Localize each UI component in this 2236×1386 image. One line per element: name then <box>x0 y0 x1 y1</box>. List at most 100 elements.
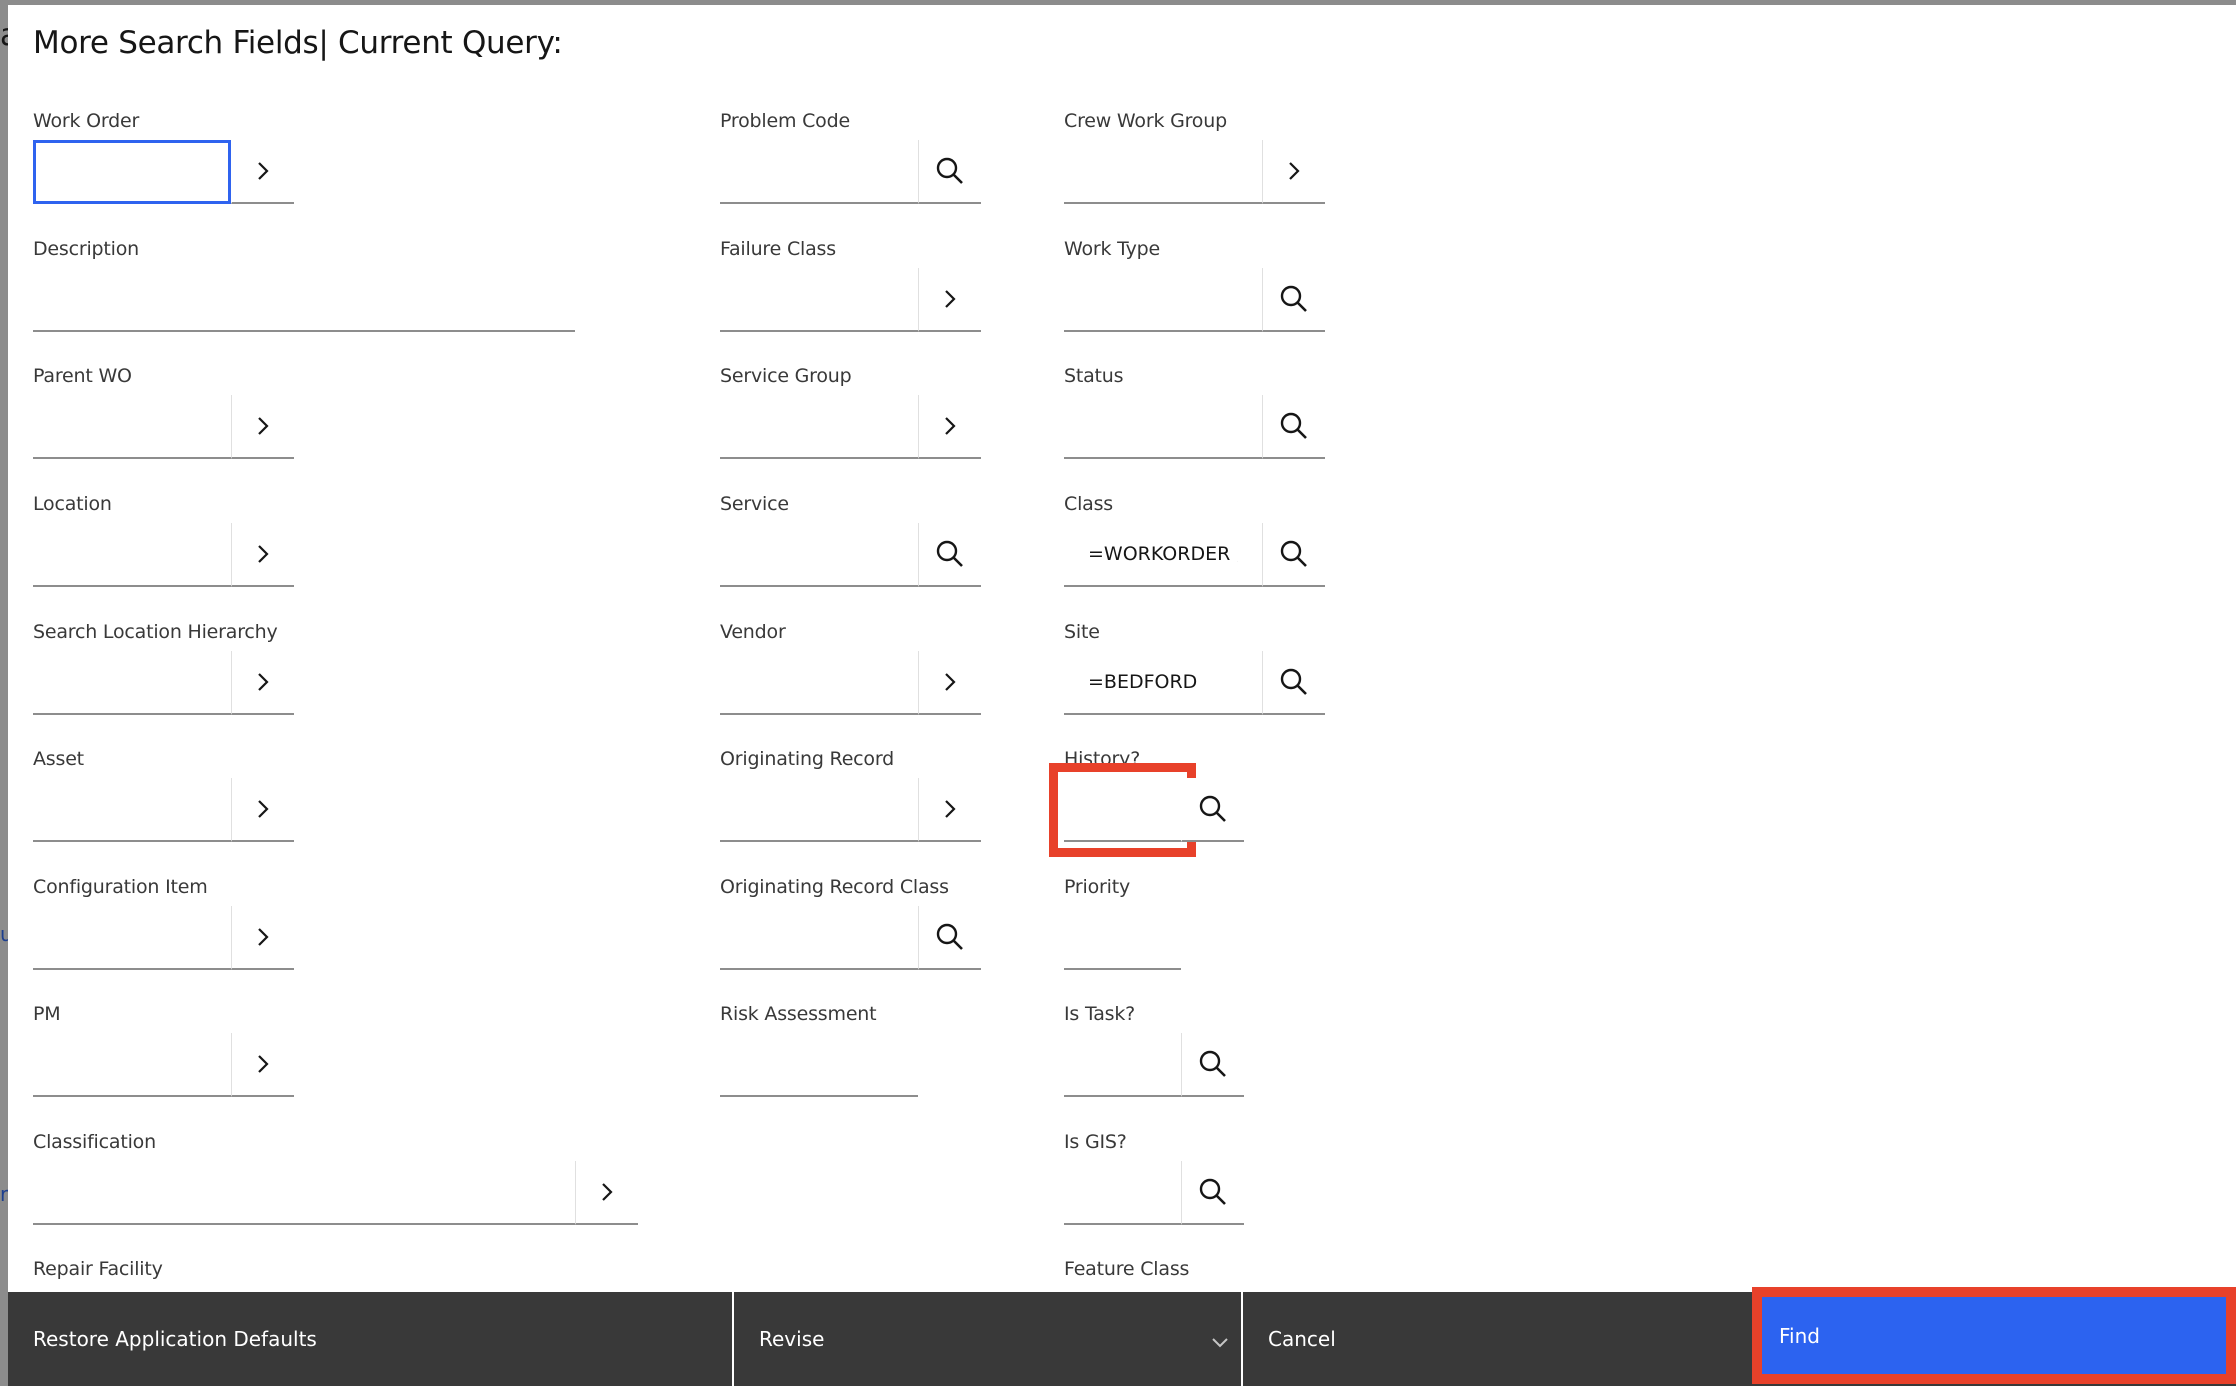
crew-work-group-detail-button[interactable] <box>1262 140 1325 204</box>
field-label: Risk Assessment <box>720 1003 877 1025</box>
search-location-hierarchy-detail-button[interactable] <box>231 651 294 715</box>
field-label: Vendor <box>720 621 786 643</box>
chevron-right-icon <box>256 926 270 948</box>
field-label: Description <box>33 238 140 260</box>
more-search-fields-dialog: More Search Fields| Current Query: Work … <box>8 5 2236 1386</box>
chevron-right-icon <box>943 288 957 310</box>
pm-detail-button[interactable] <box>231 1033 294 1097</box>
originating-record-class-input[interactable] <box>720 906 918 970</box>
failure-class-input[interactable] <box>720 268 918 332</box>
field-label: Originating Record Class <box>720 876 949 898</box>
field-label: Feature Class <box>1064 1258 1190 1280</box>
find-button-highlight: Find <box>1752 1287 2236 1384</box>
priority-input[interactable] <box>1064 906 1181 970</box>
location-input[interactable] <box>33 523 231 587</box>
field-label: Repair Facility <box>33 1258 163 1280</box>
field-label: Is Task? <box>1064 1003 1136 1025</box>
history-input[interactable] <box>1049 763 1196 857</box>
originating-record-detail-button[interactable] <box>918 778 981 842</box>
field-label: Is GIS? <box>1064 1131 1127 1153</box>
classification-input[interactable] <box>33 1161 575 1225</box>
chevron-right-icon <box>256 798 270 820</box>
field-label: Service Group <box>720 365 852 387</box>
classification-detail-button[interactable] <box>575 1161 638 1225</box>
chevron-right-icon <box>943 798 957 820</box>
field-label: Crew Work Group <box>1064 110 1227 132</box>
cancel-button[interactable]: Cancel <box>1243 1292 1752 1386</box>
cancel-label: Cancel <box>1268 1327 1336 1351</box>
field-label: Failure Class <box>720 238 836 260</box>
status-input[interactable] <box>1064 395 1262 459</box>
service-input[interactable] <box>720 523 918 587</box>
asset-input[interactable] <box>33 778 231 842</box>
search-icon <box>935 156 965 186</box>
work-order-input[interactable] <box>33 140 231 204</box>
problem-code-input[interactable] <box>720 140 918 204</box>
field-label: Work Order <box>33 110 140 132</box>
chevron-right-icon <box>256 160 270 182</box>
parent-wo-input[interactable] <box>33 395 231 459</box>
search-icon <box>1198 1177 1228 1207</box>
revise-label: Revise <box>759 1327 825 1351</box>
chevron-right-icon <box>943 671 957 693</box>
restore-defaults-label: Restore Application Defaults <box>33 1327 317 1351</box>
originating-record-class-lookup-button[interactable] <box>918 906 981 970</box>
find-button[interactable]: Find <box>1762 1297 2226 1374</box>
background-link-fragment: r <box>0 1182 9 1206</box>
restore-application-defaults-button[interactable]: Restore Application Defaults <box>8 1292 734 1386</box>
work-type-input[interactable] <box>1064 268 1262 332</box>
history-lookup-button[interactable] <box>1181 778 1244 842</box>
is-gis-input[interactable] <box>1064 1161 1181 1225</box>
field-label: History? <box>1064 748 1141 770</box>
description-input[interactable] <box>33 268 575 332</box>
site-lookup-button[interactable] <box>1262 651 1325 715</box>
field-label: Problem Code <box>720 110 850 132</box>
service-group-detail-button[interactable] <box>918 395 981 459</box>
failure-class-detail-button[interactable] <box>918 268 981 332</box>
asset-detail-button[interactable] <box>231 778 294 842</box>
dialog-title: More Search Fields| Current Query: <box>33 25 563 61</box>
is-gis-lookup-button[interactable] <box>1181 1161 1244 1225</box>
revise-dropdown-button[interactable]: Revise <box>734 1292 1243 1386</box>
pm-input[interactable] <box>33 1033 231 1097</box>
location-detail-button[interactable] <box>231 523 294 587</box>
field-label: Classification <box>33 1131 156 1153</box>
class-input[interactable] <box>1064 523 1262 587</box>
work-order-detail-button[interactable] <box>231 140 294 204</box>
parent-wo-detail-button[interactable] <box>231 395 294 459</box>
work-type-lookup-button[interactable] <box>1262 268 1325 332</box>
is-task-input[interactable] <box>1064 1033 1181 1097</box>
configuration-item-detail-button[interactable] <box>231 906 294 970</box>
crew-work-group-input[interactable] <box>1064 140 1262 204</box>
vendor-detail-button[interactable] <box>918 651 981 715</box>
find-label: Find <box>1779 1323 1820 1348</box>
chevron-right-icon <box>1287 160 1301 182</box>
class-lookup-button[interactable] <box>1262 523 1325 587</box>
field-label: PM <box>33 1003 61 1025</box>
risk-assessment-input[interactable] <box>720 1033 918 1097</box>
vendor-input[interactable] <box>720 651 918 715</box>
search-icon <box>1279 284 1309 314</box>
service-group-input[interactable] <box>720 395 918 459</box>
search-icon <box>1279 411 1309 441</box>
search-icon <box>1198 794 1228 824</box>
search-location-hierarchy-input[interactable] <box>33 651 231 715</box>
service-lookup-button[interactable] <box>918 523 981 587</box>
search-icon <box>1279 539 1309 569</box>
field-label: Work Type <box>1064 238 1160 260</box>
chevron-right-icon <box>943 415 957 437</box>
field-label: Class <box>1064 493 1113 515</box>
field-label: Status <box>1064 365 1124 387</box>
field-label: Configuration Item <box>33 876 208 898</box>
configuration-item-input[interactable] <box>33 906 231 970</box>
chevron-down-icon <box>1211 1330 1229 1354</box>
problem-code-lookup-button[interactable] <box>918 140 981 204</box>
site-input[interactable] <box>1064 651 1262 715</box>
status-lookup-button[interactable] <box>1262 395 1325 459</box>
originating-record-input[interactable] <box>720 778 918 842</box>
search-icon <box>1198 1049 1228 1079</box>
field-label: Service <box>720 493 789 515</box>
is-task-lookup-button[interactable] <box>1181 1033 1244 1097</box>
search-icon <box>935 922 965 952</box>
chevron-right-icon <box>600 1181 614 1203</box>
